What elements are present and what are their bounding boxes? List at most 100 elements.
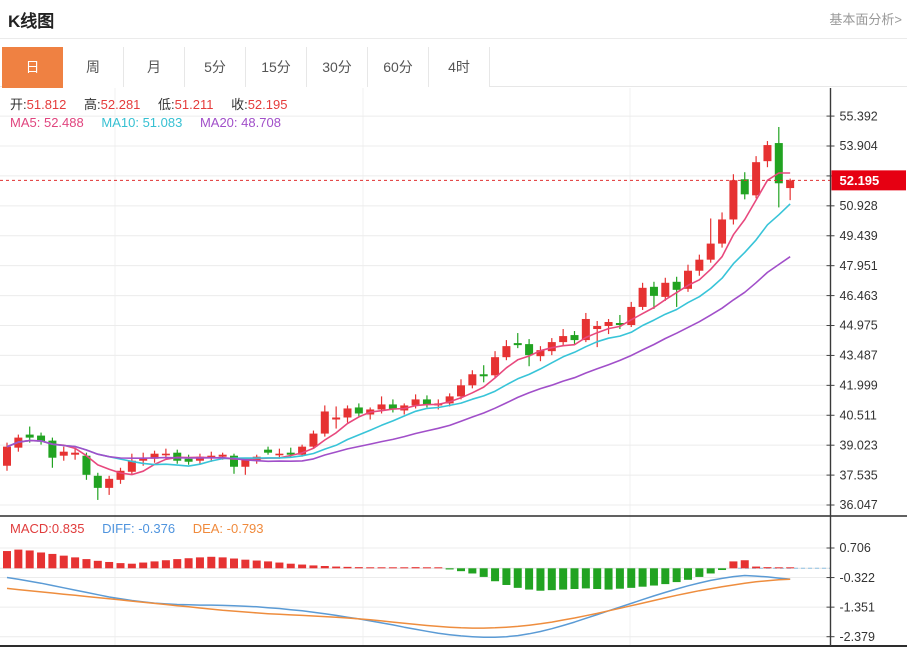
- macd-histogram-bar: [718, 568, 726, 570]
- candle-body: [491, 357, 499, 375]
- candle-body: [355, 407, 363, 413]
- macd-legend: MACD:0.835 DIFF: -0.376 DEA: -0.793: [10, 521, 278, 536]
- candle-body: [219, 455, 227, 457]
- macd-histogram-bar: [559, 568, 567, 589]
- macd-histogram-bar: [207, 557, 215, 569]
- candle-body: [763, 145, 771, 161]
- close-label: 收:: [231, 97, 248, 112]
- macd-histogram-bar: [673, 568, 681, 582]
- macd-histogram-bar: [332, 567, 340, 569]
- high-label: 高:: [84, 97, 101, 112]
- macd-histogram-bar: [525, 568, 533, 589]
- candle-body: [650, 287, 658, 296]
- candle-body: [741, 179, 749, 194]
- candle-body: [661, 283, 669, 297]
- macd-histogram-bar: [321, 566, 329, 568]
- macd-histogram-bar: [707, 568, 715, 573]
- candle-body: [605, 322, 613, 326]
- candle-body: [752, 162, 760, 195]
- macd-histogram-bar: [26, 550, 34, 568]
- macd-histogram-bar: [82, 559, 90, 568]
- candle-body: [673, 282, 681, 290]
- macd-histogram-bar: [355, 567, 363, 568]
- macd-tick-label: -1.351: [840, 600, 875, 614]
- price-tick-label: 36.047: [840, 498, 878, 512]
- macd-histogram-bar: [230, 559, 238, 569]
- macd-histogram-bar: [536, 568, 544, 590]
- ma10-legend: MA10: 51.083: [101, 115, 182, 130]
- macd-histogram-bar: [661, 568, 669, 584]
- macd-histogram-bar: [151, 561, 159, 568]
- price-tick-label: 55.392: [840, 109, 878, 123]
- candle-body: [378, 404, 386, 409]
- candle-body: [26, 435, 34, 438]
- current-price-badge-text: 52.195: [840, 173, 880, 188]
- macd-histogram-bar: [695, 568, 703, 577]
- macd-histogram-bar: [128, 564, 136, 569]
- candle-body: [571, 335, 579, 340]
- macd-histogram-bar: [605, 568, 613, 589]
- macd-histogram-bar: [37, 552, 45, 568]
- macd-histogram-bar: [173, 559, 181, 568]
- candle-body: [309, 434, 317, 447]
- macd-tick-label: -2.379: [840, 630, 875, 644]
- candle-body: [3, 447, 11, 466]
- macd-histogram-bar: [3, 551, 11, 568]
- macd-dea-line: [7, 579, 790, 628]
- macd-histogram-bar: [593, 568, 601, 589]
- candle-body: [718, 219, 726, 243]
- candle-body: [729, 180, 737, 219]
- candle-body: [695, 260, 703, 271]
- macd-histogram-bar: [139, 563, 147, 569]
- macd-histogram-bar: [639, 568, 647, 586]
- price-tick-label: 40.511: [840, 408, 877, 422]
- price-tick-label: 44.975: [840, 319, 878, 333]
- candle-body: [502, 346, 510, 357]
- ohlc-legend: 开:51.812 高:52.281 低:51.211 收:52.195: [10, 94, 301, 113]
- macd-histogram-bar: [502, 568, 510, 585]
- macd-histogram-bar: [729, 561, 737, 568]
- macd-histogram-bar: [117, 563, 125, 568]
- macd-histogram-bar: [60, 556, 68, 569]
- candle-body: [105, 479, 113, 488]
- macd-histogram-bar: [48, 554, 56, 568]
- candle-body: [162, 454, 170, 456]
- candle-body: [321, 411, 329, 433]
- high-value: 52.281: [101, 97, 141, 112]
- macd-histogram-bar: [275, 563, 283, 569]
- candle-body: [412, 399, 420, 405]
- candle-body: [185, 459, 193, 462]
- price-tick-label: 37.535: [840, 468, 878, 482]
- macd-tick-label: -0.322: [840, 571, 875, 585]
- candle-body: [264, 450, 272, 453]
- macd-histogram-bar: [491, 568, 499, 581]
- macd-histogram-bar: [366, 567, 374, 568]
- ma5-line: [7, 173, 790, 475]
- macd-histogram-bar: [775, 567, 783, 568]
- macd-histogram-bar: [650, 568, 658, 585]
- candle-body: [230, 456, 238, 467]
- price-tick-label: 46.463: [840, 289, 878, 303]
- macd-diff-line: [7, 576, 790, 638]
- candle-body: [480, 374, 488, 376]
- macd-histogram-bar: [344, 567, 352, 568]
- macd-histogram-bar: [264, 561, 272, 568]
- price-tick-label: 49.439: [840, 229, 878, 243]
- macd-histogram-bar: [400, 567, 408, 568]
- macd-tick-label: 0.706: [840, 541, 871, 555]
- macd-histogram-bar: [627, 568, 635, 588]
- candle-body: [332, 417, 340, 419]
- macd-histogram-bar: [571, 568, 579, 589]
- macd-histogram-bar: [94, 561, 102, 568]
- price-tick-label: 50.928: [840, 199, 878, 213]
- candle-body: [423, 399, 431, 404]
- price-tick-label: 41.999: [840, 379, 878, 393]
- ma5-legend: MA5: 52.488: [10, 115, 84, 130]
- candle-body: [786, 180, 794, 188]
- candle-body: [559, 336, 567, 342]
- macd-value-legend: MACD:0.835: [10, 521, 84, 536]
- macd-histogram-bar: [752, 567, 760, 569]
- price-tick-label: 53.904: [840, 139, 878, 153]
- candle-body: [707, 244, 715, 260]
- candle-body: [344, 408, 352, 417]
